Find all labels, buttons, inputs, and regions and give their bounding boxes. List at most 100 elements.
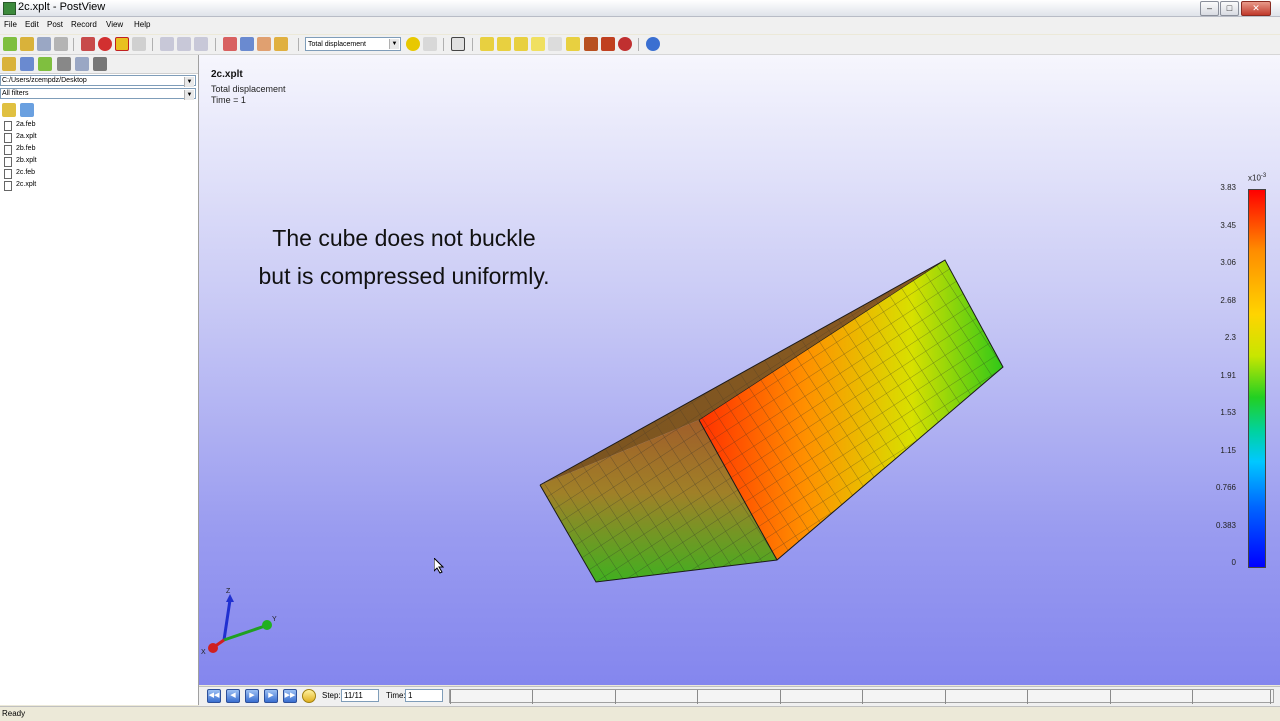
legend-label: 3.45 — [1220, 221, 1236, 230]
file-list: 2a.feb 2a.xplt 2b.feb 2b.xplt 2c.feb 2c.… — [0, 119, 198, 191]
chevron-down-icon: ▼ — [184, 90, 194, 100]
menu-bar: File Edit Post Record View Help — [0, 17, 1280, 34]
menu-post[interactable]: Post — [47, 20, 63, 29]
material-icon[interactable] — [257, 37, 271, 51]
list-item[interactable]: 2c.xplt — [0, 179, 198, 191]
file-browser-panel: C:/Users/zcempdz/Desktop ▼ All filters ▼… — [0, 55, 199, 705]
triad-toggle-icon[interactable] — [514, 37, 528, 51]
menu-record[interactable]: Record — [71, 20, 97, 29]
z-axis — [222, 599, 232, 641]
first-frame-button[interactable]: ◀◀ — [207, 689, 221, 703]
record-stop-icon[interactable] — [81, 37, 95, 51]
tab-materials-icon[interactable] — [38, 57, 52, 71]
step-input[interactable]: 11/11 — [341, 689, 379, 702]
status-text: Ready — [2, 709, 26, 718]
y-axis — [223, 624, 266, 642]
light-icon[interactable] — [531, 37, 545, 51]
text-icon[interactable] — [451, 37, 465, 51]
time-slider[interactable] — [449, 689, 1274, 704]
animation-toolbar: ◀◀ ◀ ▶ ▶ ▶▶ Step: 11/11 Time: 1 — [199, 686, 1280, 706]
status-bar: Ready — [0, 706, 1280, 721]
color-legend-bar — [1248, 189, 1266, 568]
rotate-icon[interactable] — [584, 37, 598, 51]
back-view-icon[interactable] — [618, 37, 632, 51]
mesh-icon[interactable] — [480, 37, 494, 51]
list-item[interactable]: 2a.xplt — [0, 131, 198, 143]
save-icon[interactable] — [37, 37, 51, 51]
list-item[interactable]: 2b.xplt — [0, 155, 198, 167]
fx-icon[interactable] — [423, 37, 437, 51]
legend-label: 0 — [1231, 558, 1236, 567]
open-icon[interactable] — [3, 37, 17, 51]
play-button[interactable]: ▶ — [245, 689, 259, 703]
data-field-select[interactable]: Total displacement ▼ — [305, 37, 401, 51]
previous-frame-button[interactable]: ◀ — [226, 689, 240, 703]
tab-data-icon[interactable] — [57, 57, 71, 71]
legend-label: 1.91 — [1220, 371, 1236, 380]
front-view-icon[interactable] — [601, 37, 615, 51]
legend-exponent: x10-3 — [1248, 173, 1266, 183]
file-name: 2a.feb — [16, 121, 36, 128]
maximize-button[interactable]: □ — [1220, 1, 1239, 16]
menu-file[interactable]: File — [4, 20, 17, 29]
close-button[interactable]: ✕ — [1241, 1, 1271, 16]
file-name: 2a.xplt — [16, 133, 37, 140]
legend-label: 0.383 — [1215, 521, 1236, 530]
tab-model-icon[interactable] — [20, 57, 34, 71]
plot-icon[interactable] — [223, 37, 237, 51]
file-name: 2b.xplt — [16, 157, 37, 164]
pointer-icon[interactable] — [132, 37, 146, 51]
time-label: Time: — [386, 691, 406, 700]
last-frame-button[interactable]: ▶▶ — [283, 689, 297, 703]
time-input[interactable]: 1 — [405, 689, 443, 702]
file-icon — [4, 181, 12, 191]
data-field-value: Total displacement — [308, 41, 366, 48]
colormap-icon[interactable] — [406, 37, 420, 51]
zoom-fit-icon[interactable] — [194, 37, 208, 51]
path-combo[interactable]: C:/Users/zcempdz/Desktop ▼ — [0, 75, 196, 87]
tab-tools-icon[interactable] — [93, 57, 107, 71]
chevron-down-icon: ▼ — [389, 39, 399, 49]
menu-edit[interactable]: Edit — [25, 20, 39, 29]
mouse-cursor-icon — [434, 558, 444, 574]
ortho-icon[interactable] — [548, 37, 562, 51]
file-icon — [4, 121, 12, 131]
list-item[interactable]: 2a.feb — [0, 119, 198, 131]
minimize-button[interactable]: – — [1200, 1, 1219, 16]
title-toggle-icon[interactable] — [497, 37, 511, 51]
time-settings-button[interactable] — [302, 689, 316, 703]
tab-state-icon[interactable] — [75, 57, 89, 71]
record-pause-icon[interactable] — [115, 37, 129, 51]
legend-exponent-base: x10 — [1248, 173, 1261, 183]
next-frame-button[interactable]: ▶ — [264, 689, 278, 703]
file-name: 2b.feb — [16, 145, 36, 152]
zoom-select-icon[interactable] — [177, 37, 191, 51]
reload-icon[interactable] — [20, 37, 34, 51]
axis-label-z: Z — [226, 588, 231, 595]
camera-icon[interactable] — [566, 37, 580, 51]
list-item[interactable]: 2c.feb — [0, 167, 198, 179]
axis-label-y: Y — [272, 616, 277, 623]
browser-nav — [0, 102, 198, 118]
file-icon — [4, 157, 12, 167]
axis-label-x: X — [201, 649, 206, 656]
zoom-extents-icon[interactable] — [160, 37, 174, 51]
filter-combo[interactable]: All filters ▼ — [0, 88, 196, 100]
model-mesh[interactable] — [199, 55, 1280, 685]
record-icon[interactable] — [98, 37, 112, 51]
file-name: 2c.feb — [16, 169, 36, 176]
help-icon[interactable] — [646, 37, 660, 51]
title-bar: 2c.xplt - PostView – □ ✕ — [0, 0, 1280, 17]
refresh-icon[interactable] — [20, 103, 34, 117]
folder-up-icon[interactable] — [2, 103, 16, 117]
tab-files-icon[interactable] — [2, 57, 16, 71]
menu-help[interactable]: Help — [134, 20, 150, 29]
graph-icon[interactable] — [240, 37, 254, 51]
list-item[interactable]: 2b.feb — [0, 143, 198, 155]
save-as-icon[interactable] — [54, 37, 68, 51]
file-icon — [4, 145, 12, 155]
summary-icon[interactable] — [274, 37, 288, 51]
menu-view[interactable]: View — [106, 20, 123, 29]
graphics-viewport[interactable]: 2c.xplt Total displacement Time = 1 The … — [199, 55, 1280, 685]
axis-triad: Z Y X — [201, 588, 277, 656]
